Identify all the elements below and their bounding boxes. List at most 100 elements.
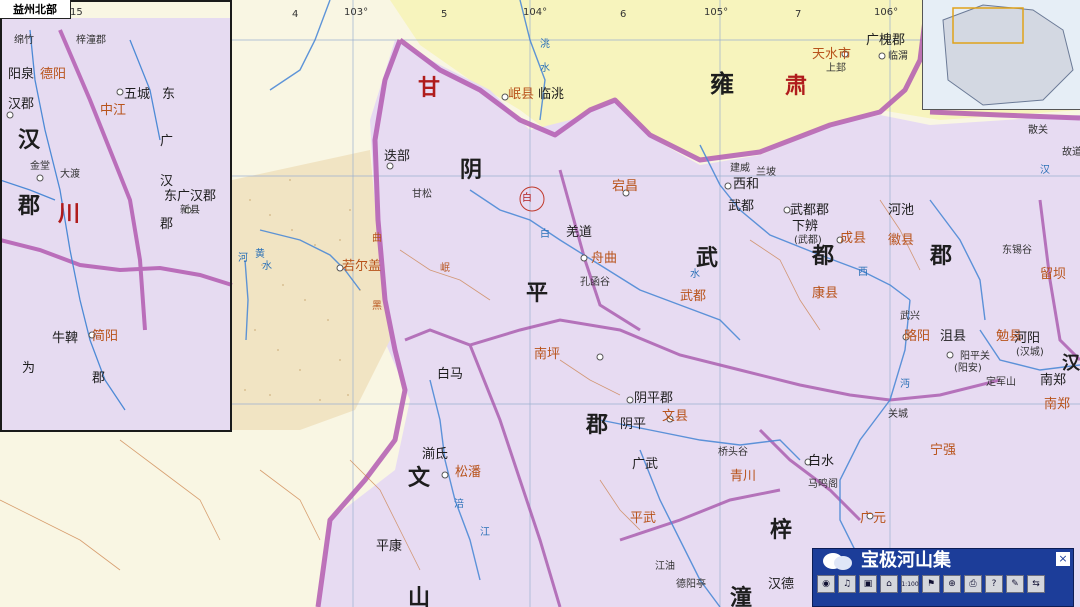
region-gan: 甘 xyxy=(418,76,441,101)
place-hanyang-sub: (汉城) xyxy=(1016,347,1044,358)
place-diebu: 迭部 xyxy=(384,149,411,164)
place-xihe: 西和 xyxy=(733,177,760,192)
degree-106: 106° xyxy=(874,7,899,18)
home-button[interactable]: ⌂ xyxy=(880,575,898,593)
inset-region-jun2: 郡 xyxy=(92,371,106,386)
river-mian: 沔 xyxy=(900,379,910,390)
place-nanzheng2: 南郑 xyxy=(1044,397,1071,412)
inset-region-han2: 汉 xyxy=(160,174,174,189)
place-lintao: 临洮 xyxy=(538,87,565,102)
inset-place-zhongjiang: 中江 xyxy=(100,103,127,118)
music-button[interactable]: ♫ xyxy=(838,575,856,593)
place-ruoergai: 若尔盖 xyxy=(342,259,382,274)
map-stage: 益州北部 103° 104° 105° 106° 15 4 5 6 7 甘 肃 … xyxy=(0,0,1080,607)
region-wen: 文 xyxy=(408,466,431,491)
inset-place-yangquan: 阳泉 xyxy=(8,67,35,82)
inset-place-deyang: 德阳 xyxy=(40,67,67,82)
place-qiaotougu: 桥头谷 xyxy=(718,447,748,458)
inset-place-xinxian: 新县 xyxy=(180,205,200,216)
region-wu: 武 xyxy=(696,246,719,271)
place-songpan: 松潘 xyxy=(455,465,482,480)
river-bai-shui: 水 xyxy=(690,269,700,280)
place-shanggui: 上邽 xyxy=(826,63,846,74)
place-guancheng: 关城 xyxy=(888,409,908,420)
inset-place-jintang: 金堂 xyxy=(30,161,50,172)
river-fu: 涪 xyxy=(454,499,464,510)
map-toolbar: 宝极河山集 × ◉ ♫ ▣ ⌂ 1:100 ⚑ ⊕ ⎙ ? ✎ ⇆ xyxy=(812,548,1074,607)
inset-place-dong: 东 xyxy=(162,87,176,102)
place-qingchuan: 青川 xyxy=(730,469,757,484)
region-yong: 雍 xyxy=(710,70,734,98)
region-zi: 梓 xyxy=(770,518,793,543)
place-hanzhong: 汉 xyxy=(1062,353,1080,374)
place-gudao: 故道 xyxy=(1062,147,1080,158)
flag-button[interactable]: ⚑ xyxy=(922,575,940,593)
river-shui: 水 xyxy=(262,261,272,272)
place-ganxing: 甘松 xyxy=(412,189,432,200)
grid-4: 4 xyxy=(292,9,299,20)
degree-103: 103° xyxy=(344,7,369,18)
print-button[interactable]: ⎙ xyxy=(964,575,982,593)
river-bai: 白 xyxy=(540,229,550,240)
inset-region-chuan: 川 xyxy=(58,202,81,227)
place-juxian: 沮县 xyxy=(940,329,967,344)
place-wudu-sub: (武都) xyxy=(794,235,822,246)
river-he: 河 xyxy=(238,253,248,264)
place-dangchang: 宕昌 xyxy=(612,179,639,194)
region-tong: 潼 xyxy=(730,586,753,607)
close-icon[interactable]: × xyxy=(1056,552,1070,566)
river-jiang: 江 xyxy=(480,527,490,538)
inset-place-jianyang: 简阳 xyxy=(92,329,119,344)
place-zhouqu: 舟曲 xyxy=(591,251,618,266)
scale-button[interactable]: 1:100 xyxy=(901,575,919,593)
grid-15: 15 xyxy=(70,7,83,18)
degree-104: 104° xyxy=(523,7,548,18)
region-du: 都 xyxy=(812,244,835,269)
place-baima: 白马 xyxy=(437,367,464,382)
help-button[interactable]: ? xyxy=(985,575,1003,593)
inset-region-jun3: 郡 xyxy=(160,217,174,232)
place-wenxian: 文县 xyxy=(662,409,689,424)
degree-105: 105° xyxy=(704,7,729,18)
inset-place-mianzhu: 绵竹 xyxy=(14,35,34,46)
inset-place-dadu: 大渡 xyxy=(60,169,80,180)
globe-button[interactable]: ◉ xyxy=(817,575,835,593)
place-minxian: 岷县 xyxy=(508,87,535,102)
grid-6: 6 xyxy=(620,9,627,20)
region-su: 肃 xyxy=(785,74,808,99)
frame-button[interactable]: ▣ xyxy=(859,575,877,593)
inset-place-zitong: 梓潼郡 xyxy=(76,35,106,46)
river-tao-shui: 水 xyxy=(540,63,550,74)
inset-place-wucheng: 五城 xyxy=(124,87,151,102)
swap-button[interactable]: ⇆ xyxy=(1027,575,1045,593)
region-yin: 阴 xyxy=(460,158,483,183)
inset-place-niupi: 牛鞞 xyxy=(52,331,79,346)
locate-button[interactable]: ⊕ xyxy=(943,575,961,593)
place-nanzheng: 南郑 xyxy=(1040,373,1067,388)
inset-region-han: 汉 xyxy=(18,128,41,153)
overview-minimap[interactable] xyxy=(922,0,1080,110)
place-liuba: 留坝 xyxy=(1040,267,1067,282)
inset-title: 益州北部 xyxy=(0,0,71,19)
river-huang: 黄 xyxy=(255,249,265,260)
minimap-svg xyxy=(942,4,1074,106)
place-guangyuan: 广元 xyxy=(860,511,887,526)
place-nanping: 南坪 xyxy=(534,347,561,362)
place-gangwu: 广武 xyxy=(632,457,659,472)
minimap-land xyxy=(942,4,1074,106)
edit-button[interactable]: ✎ xyxy=(1006,575,1024,593)
place-qiangdao: 羌道 xyxy=(566,225,593,240)
place-chengxian: 成县 xyxy=(840,231,867,246)
inset-region-guang: 广 xyxy=(160,134,174,149)
river-hei: 黑 xyxy=(372,301,382,312)
toolbar-buttons: ◉ ♫ ▣ ⌂ 1:100 ⚑ ⊕ ⎙ ? ✎ ⇆ xyxy=(817,575,1045,593)
place-diezhong: 白 xyxy=(522,193,532,204)
inset-region-wei: 为 xyxy=(22,361,36,376)
inset-region-jun: 郡 xyxy=(18,194,41,219)
place-wudu2: 武都 xyxy=(680,289,707,304)
place-wudu: 武都 xyxy=(728,199,755,214)
place-pingkang: 平康 xyxy=(376,539,403,554)
place-huixian: 徽县 xyxy=(888,233,915,248)
place-wudujun: 武都郡 xyxy=(790,203,830,218)
place-hanyang: 河阳 xyxy=(1014,331,1041,346)
